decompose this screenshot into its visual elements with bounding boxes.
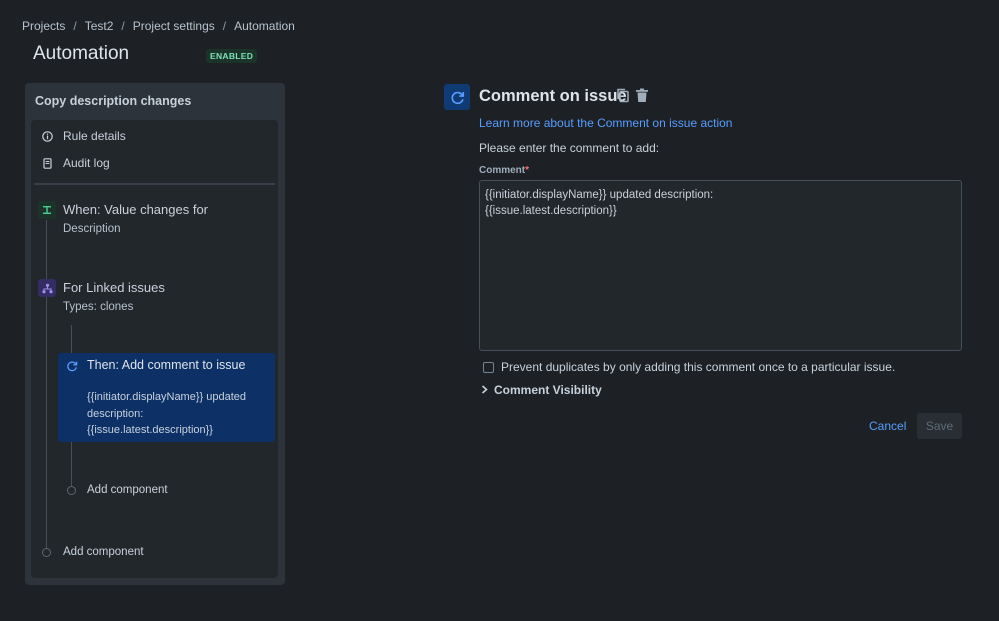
audit-log-link[interactable]: Audit log (42, 156, 110, 170)
comment-label-text: Comment (479, 165, 525, 176)
add-component-dot (67, 486, 76, 495)
status-badge: ENABLED (206, 49, 257, 63)
refresh-icon (444, 84, 470, 110)
breadcrumb-automation[interactable]: Automation (234, 19, 295, 33)
learn-more-link[interactable]: Learn more about the Comment on issue ac… (479, 116, 732, 130)
trash-icon[interactable] (635, 88, 649, 106)
info-icon (42, 131, 53, 142)
branch-title[interactable]: For Linked issues (63, 280, 165, 295)
audit-log-label: Audit log (63, 156, 110, 170)
comment-field-label: Comment* (479, 165, 529, 176)
branch-icon (38, 279, 56, 297)
action-card-selected[interactable]: Then: Add comment to issue {{initiator.d… (58, 353, 275, 442)
breadcrumb-projects[interactable]: Projects (22, 19, 65, 33)
required-marker: * (525, 165, 529, 176)
action-editor-title: Comment on issue (479, 87, 627, 106)
breadcrumb-test2[interactable]: Test2 (85, 19, 114, 33)
prevent-duplicates-checkbox[interactable] (483, 362, 494, 373)
action-title: Then: Add comment to issue (87, 358, 257, 373)
rule-details-label: Rule details (63, 129, 126, 143)
action-summary-line: description: (87, 406, 267, 423)
rule-name: Copy description changes (35, 94, 191, 108)
comment-textarea[interactable]: {{initiator.displayName}} updated descri… (479, 180, 962, 351)
comment-prompt: Please enter the comment to add: (479, 141, 659, 155)
breadcrumb-separator: / (121, 19, 124, 33)
breadcrumb-separator: / (223, 19, 226, 33)
chevron-right-icon (481, 383, 488, 397)
add-component-branch-button[interactable]: Add component (87, 484, 168, 496)
copy-icon[interactable] (616, 88, 630, 106)
branch-line (71, 442, 72, 486)
save-button[interactable]: Save (917, 413, 962, 439)
action-summary-line: {{issue.latest.description}} (87, 422, 267, 439)
timeline-line (46, 220, 47, 550)
breadcrumb-separator: / (73, 19, 76, 33)
field-change-icon (38, 201, 56, 219)
rule-panel: Copy description changes Rule details Au… (25, 83, 285, 585)
rule-details-link[interactable]: Rule details (42, 129, 126, 143)
branch-subtitle: Types: clones (63, 301, 133, 313)
trigger-subtitle: Description (63, 223, 121, 235)
trigger-title[interactable]: When: Value changes for (63, 202, 208, 217)
action-summary-line: {{initiator.displayName}} updated (87, 389, 267, 406)
divider (34, 183, 275, 185)
rule-component-list: Rule details Audit log When: Value chang… (31, 120, 278, 578)
branch-line (71, 325, 72, 353)
add-component-dot (42, 548, 51, 557)
document-icon (42, 158, 53, 169)
page-title: Automation (33, 43, 129, 65)
cancel-button[interactable]: Cancel (862, 413, 913, 439)
comment-visibility-label: Comment Visibility (494, 383, 602, 397)
comment-visibility-toggle[interactable]: Comment Visibility (481, 383, 602, 397)
action-summary: {{initiator.displayName}} updated descri… (87, 389, 267, 439)
add-component-button[interactable]: Add component (63, 546, 144, 558)
prevent-duplicates-label[interactable]: Prevent duplicates by only adding this c… (501, 360, 895, 374)
breadcrumb-project-settings[interactable]: Project settings (133, 19, 215, 33)
refresh-icon (66, 360, 78, 375)
breadcrumb: Projects / Test2 / Project settings / Au… (22, 19, 295, 33)
